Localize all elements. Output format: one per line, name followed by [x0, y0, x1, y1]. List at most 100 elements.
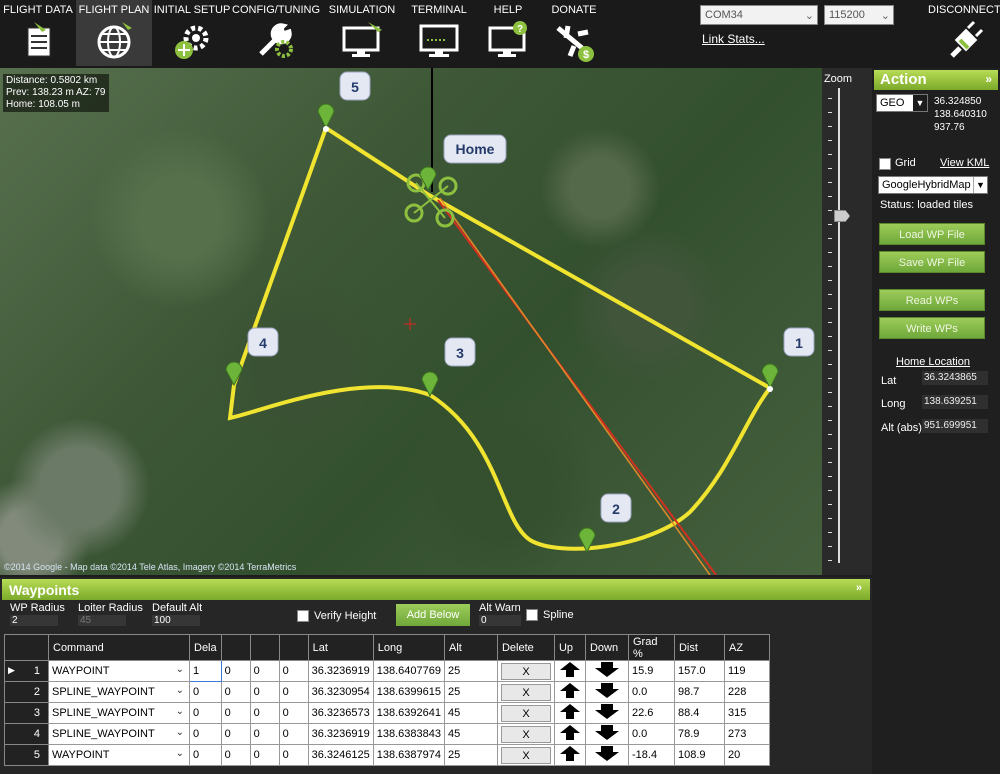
table-row[interactable]: 3 SPLINE_WAYPOINT ⌄ 0 0 0 0 36.3236573 138.63926…	[4, 702, 770, 724]
grid-checkbox[interactable]	[879, 158, 891, 170]
param4-cell[interactable]: 0	[278, 744, 309, 766]
waypoint-marker-icon[interactable]	[317, 103, 335, 132]
param2-cell[interactable]: 0	[220, 660, 251, 682]
row-number[interactable]: ▶ 1	[4, 660, 49, 682]
table-row[interactable]: 5 WAYPOINT ⌄ 0 0 0 0 36.3246125 138.6387974 25 X -1…	[4, 744, 770, 766]
zoom-slider-thumb[interactable]	[834, 210, 850, 222]
menu-simulation[interactable]: SIMULATION	[318, 0, 406, 66]
waypoints-header[interactable]: Waypoints »	[2, 579, 870, 600]
delete-button[interactable]: X	[500, 704, 551, 722]
disconnect-button[interactable]: DISCONNECT	[928, 0, 1000, 66]
command-select[interactable]: SPLINE_WAYPOINT ⌄	[48, 702, 190, 724]
move-down-button[interactable]	[584, 660, 629, 682]
delete-button[interactable]: X	[500, 662, 551, 680]
param4-cell[interactable]: 0	[278, 681, 309, 703]
lat-cell[interactable]: 36.3236573	[307, 702, 374, 724]
param1-cell[interactable]: 0	[189, 702, 222, 724]
home-location-link[interactable]: Home Location	[896, 356, 970, 368]
move-down-button[interactable]	[584, 723, 629, 745]
menu-terminal[interactable]: TERMINAL	[406, 0, 472, 66]
load-wp-file-button[interactable]: Load WP File	[879, 223, 985, 245]
com-port-select[interactable]: COM34 ⌄	[700, 5, 818, 25]
alt-cell[interactable]: 25	[443, 744, 498, 766]
command-select[interactable]: SPLINE_WAYPOINT ⌄	[48, 681, 190, 703]
move-down-button[interactable]	[584, 744, 629, 766]
delete-button[interactable]: X	[500, 725, 551, 743]
param3-cell[interactable]: 0	[249, 702, 280, 724]
move-up-button[interactable]	[553, 744, 586, 766]
home-marker-icon[interactable]	[419, 150, 437, 192]
coord-mode-select[interactable]: GEO ▼	[876, 94, 928, 112]
spline-checkbox[interactable]	[526, 609, 538, 621]
command-select[interactable]: SPLINE_WAYPOINT ⌄	[48, 723, 190, 745]
param1-cell[interactable]: 0	[189, 681, 222, 703]
wp-radius-input[interactable]: 2	[10, 615, 58, 626]
save-wp-file-button[interactable]: Save WP File	[879, 251, 985, 273]
alt-cell[interactable]: 25	[443, 681, 498, 703]
table-row[interactable]: ▶ 1 WAYPOINT ⌄ 1 0 0 0 36.3236919 138.6407769 25 X 1…	[4, 660, 770, 682]
table-row[interactable]: 2 SPLINE_WAYPOINT ⌄ 0 0 0 0 36.3230954 138.63996…	[4, 681, 770, 703]
param2-cell[interactable]: 0	[220, 723, 251, 745]
baud-rate-select[interactable]: 115200 ⌄	[824, 5, 894, 25]
lat-cell[interactable]: 36.3236919	[307, 660, 374, 682]
delete-button[interactable]: X	[500, 746, 551, 764]
param4-cell[interactable]: 0	[278, 723, 309, 745]
alt-cell[interactable]: 45	[443, 702, 498, 724]
long-cell[interactable]: 138.6392641	[372, 702, 445, 724]
loiter-radius-input[interactable]: 45	[78, 615, 126, 626]
param3-cell[interactable]: 0	[249, 744, 280, 766]
param1-cell[interactable]: 0	[189, 744, 222, 766]
menu-initial-setup[interactable]: INITIAL SETUP	[152, 0, 232, 66]
view-kml-link[interactable]: View KML	[940, 157, 989, 169]
alt-warn-input[interactable]: 0	[479, 615, 521, 626]
long-cell[interactable]: 138.6383843	[372, 723, 445, 745]
param2-cell[interactable]: 0	[220, 744, 251, 766]
lat-cell[interactable]: 36.3246125	[307, 744, 374, 766]
param4-cell[interactable]: 0	[278, 702, 309, 724]
move-up-button[interactable]	[553, 681, 586, 703]
param4-cell[interactable]: 0	[278, 660, 309, 682]
map-type-select[interactable]: GoogleHybridMap ▼	[878, 176, 988, 194]
menu-help[interactable]: HELP ?	[472, 0, 544, 66]
waypoint-marker-icon[interactable]	[225, 361, 243, 387]
waypoint-marker-icon[interactable]	[761, 363, 779, 392]
row-number[interactable]: 2	[4, 681, 49, 703]
read-wps-button[interactable]: Read WPs	[879, 289, 985, 311]
long-cell[interactable]: 138.6387974	[372, 744, 445, 766]
default-alt-input[interactable]: 100	[152, 615, 200, 626]
command-select[interactable]: WAYPOINT ⌄	[48, 744, 190, 766]
verify-height-checkbox[interactable]	[297, 610, 309, 622]
menu-donate[interactable]: DONATE $	[544, 0, 604, 66]
param3-cell[interactable]: 0	[249, 660, 280, 682]
menu-config-tuning[interactable]: CONFIG/TUNING	[232, 0, 320, 66]
move-down-button[interactable]	[584, 702, 629, 724]
collapse-icon[interactable]: »	[985, 72, 992, 86]
param1-cell[interactable]: 1	[189, 660, 222, 682]
add-below-button[interactable]: Add Below	[396, 604, 470, 626]
row-number[interactable]: 5	[4, 744, 49, 766]
home-alt-value[interactable]: 951.699951	[922, 419, 988, 433]
move-down-button[interactable]	[584, 681, 629, 703]
lat-cell[interactable]: 36.3236919	[307, 723, 374, 745]
param2-cell[interactable]: 0	[220, 681, 251, 703]
param3-cell[interactable]: 0	[249, 681, 280, 703]
move-up-button[interactable]	[553, 723, 586, 745]
delete-button[interactable]: X	[500, 683, 551, 701]
table-row[interactable]: 4 SPLINE_WAYPOINT ⌄ 0 0 0 0 36.3236919 138.63838…	[4, 723, 770, 745]
action-header[interactable]: Action »	[874, 70, 998, 90]
alt-cell[interactable]: 45	[443, 723, 498, 745]
row-number[interactable]: 4	[4, 723, 49, 745]
param2-cell[interactable]: 0	[220, 702, 251, 724]
param1-cell[interactable]: 0	[189, 723, 222, 745]
long-cell[interactable]: 138.6399615	[372, 681, 445, 703]
home-lat-value[interactable]: 36.3243865	[922, 371, 988, 385]
move-up-button[interactable]	[553, 702, 586, 724]
lat-cell[interactable]: 36.3230954	[307, 681, 374, 703]
zoom-track[interactable]	[838, 88, 840, 563]
collapse-icon[interactable]: »	[856, 582, 862, 594]
param3-cell[interactable]: 0	[249, 723, 280, 745]
write-wps-button[interactable]: Write WPs	[879, 317, 985, 339]
row-number[interactable]: 3	[4, 702, 49, 724]
link-stats-link[interactable]: Link Stats...	[702, 32, 765, 46]
menu-flight-plan[interactable]: FLIGHT PLAN	[76, 0, 152, 66]
